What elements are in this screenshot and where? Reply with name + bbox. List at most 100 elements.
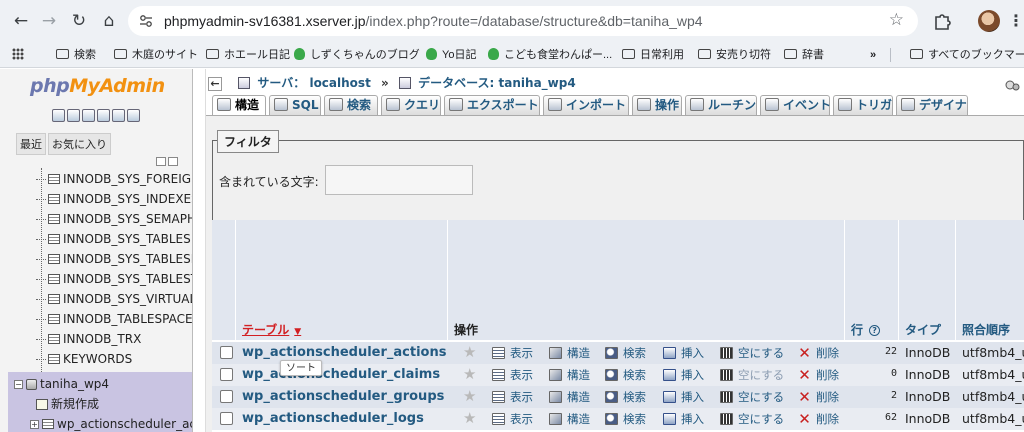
favorite-star-icon[interactable]: ★ [463,366,476,382]
favorites-tab[interactable]: お気に入り [48,133,111,155]
help-icon[interactable]: ? [869,325,881,336]
bookmark-star-icon[interactable]: ☆ [889,10,904,30]
breadcrumb-server[interactable]: サーバ： localhost [257,76,370,90]
address-bar[interactable]: phpmyadmin-sv16381.xserver.jp/index.php?… [128,6,918,36]
favorite-star-icon[interactable]: ★ [463,388,476,404]
bookmark-folder[interactable]: ホエール日記 [206,46,290,64]
url-text[interactable]: phpmyadmin-sv16381.xserver.jp/index.php?… [164,13,703,29]
empty-action[interactable]: 空にする [720,411,784,427]
row-checkbox[interactable] [220,390,233,403]
tab-export[interactable]: エクスポート [444,95,540,115]
new-table-item[interactable]: 新規作成 [36,394,192,414]
apps-grid-icon[interactable] [12,46,29,64]
bookmark-folder[interactable]: 辞書 [784,46,824,64]
tab-search[interactable]: 検索 [324,95,378,115]
forward-arrow-icon[interactable]: → [38,10,60,32]
bookmark-link[interactable]: しずくちゃんのブログ [294,46,420,64]
logout-icon[interactable] [67,109,80,122]
home-icon[interactable]: ⌂ [98,10,120,32]
bookmark-link[interactable]: Yo日記 [426,46,476,64]
back-arrow-icon[interactable]: ← [10,10,32,32]
phpmyadmin-logo[interactable]: phpMyAdmin [30,75,165,97]
link-icon[interactable] [168,157,178,166]
tab-designer[interactable]: デザイナ [896,95,968,115]
tree-table-item[interactable]: INNODB_SYS_SEMAPH [36,209,192,229]
tree-table-item[interactable]: INNODB_SYS_VIRTUAL [36,289,192,309]
expand-icon[interactable]: + [30,420,39,429]
structure-action[interactable]: 構造 [549,345,590,361]
collation-header[interactable]: 照合順序 [962,322,1010,338]
tree-table-item[interactable]: INNODB_SYS_TABLEST [36,269,192,289]
drop-action[interactable]: ✕ 削除 [798,345,839,361]
site-settings-icon[interactable] [138,13,154,29]
favorite-star-icon[interactable]: ★ [463,344,476,360]
favorite-star-icon[interactable]: ★ [463,410,476,426]
docs-icon[interactable] [97,109,110,122]
insert-action[interactable]: 挿入 [663,345,704,361]
empty-action[interactable]: 空にする [720,345,784,361]
browse-action[interactable]: 表示 [492,367,533,383]
all-bookmarks-folder[interactable]: すべてのブックマーク [910,46,1024,64]
tab-operations[interactable]: 操作 [632,95,682,115]
collapse-panel-icon[interactable]: ← [208,76,222,91]
sql-query-icon[interactable] [82,109,95,122]
row-checkbox[interactable] [220,368,233,381]
search-action[interactable]: 検索 [605,345,646,361]
database-item[interactable]: − taniha_wp4 [14,374,192,394]
drop-action[interactable]: ✕ 削除 [798,389,839,405]
tree-table-item[interactable]: KEYWORDS [36,349,192,369]
sort-by-table-header[interactable]: テーブル ▼ [242,322,301,340]
tab-events[interactable]: イベント [760,95,831,115]
structure-action[interactable]: 構造 [549,411,590,427]
tab-triggers[interactable]: トリガ [833,95,893,115]
rows-header[interactable]: 行? [851,322,881,338]
drop-action[interactable]: ✕ 削除 [798,411,839,427]
empty-action[interactable]: 空にする [720,389,784,405]
tab-structure[interactable]: 構造 [212,95,266,115]
bookmark-folder[interactable]: 日常利用 [622,46,684,64]
collapse-icon[interactable]: − [14,380,23,389]
tab-sql[interactable]: SQL [269,95,321,115]
browser-menu-icon[interactable]: ⋮ [1008,10,1024,32]
breadcrumb-database[interactable]: データベース: taniha_wp4 [418,76,576,90]
tree-table-item[interactable]: INNODB_TRX [36,329,192,349]
settings-gear-icon[interactable] [1004,78,1020,92]
insert-action[interactable]: 挿入 [663,367,704,383]
reload-icon[interactable] [127,109,140,122]
tree-table-item[interactable]: + wp_actionscheduler_ac [30,414,192,432]
row-checkbox[interactable] [220,346,233,359]
bookmark-folder[interactable]: 安売り切符 [698,46,771,64]
browse-action[interactable]: 表示 [492,345,533,361]
table-name-link[interactable]: wp_actionscheduler_groups [242,389,444,404]
browse-action[interactable]: 表示 [492,389,533,405]
tree-table-item[interactable]: INNODB_SYS_TABLES [36,229,192,249]
insert-action[interactable]: 挿入 [663,411,704,427]
reload-icon[interactable]: ↻ [68,10,90,32]
recent-tab[interactable]: 最近 [16,133,46,155]
drop-action[interactable]: ✕ 削除 [798,367,839,383]
settings-icon[interactable] [112,109,125,122]
bookmark-link[interactable]: こども食堂わんぱー... [488,46,612,64]
bookmark-folder[interactable]: 木庭のサイト [114,46,198,64]
tab-import[interactable]: インポート [543,95,629,115]
extensions-puzzle-icon[interactable] [932,11,952,31]
table-name-link[interactable]: wp_actionscheduler_claims [242,367,440,382]
search-action[interactable]: 検索 [605,411,646,427]
insert-action[interactable]: 挿入 [663,389,704,405]
bookmark-folder[interactable]: 検索 [56,46,96,64]
panel-resizer[interactable] [194,69,206,432]
empty-action[interactable]: 空にする [720,367,784,383]
profile-avatar[interactable] [978,10,1000,32]
browse-action[interactable]: 表示 [492,411,533,427]
tree-table-item[interactable]: INNODB_TABLESPACE [36,309,192,329]
tab-routines[interactable]: ルーチン [685,95,757,115]
tree-table-item[interactable]: INNODB_SYS_FOREIGN [36,169,192,189]
tree-table-item[interactable]: INNODB_SYS_INDEXES [36,189,192,209]
structure-action[interactable]: 構造 [549,367,590,383]
table-name-link[interactable]: wp_actionscheduler_logs [242,411,424,426]
collapse-all-icon[interactable] [156,157,166,166]
structure-action[interactable]: 構造 [549,389,590,405]
search-action[interactable]: 検索 [605,389,646,405]
bookmarks-overflow[interactable]: » [870,46,876,64]
type-header[interactable]: タイプ [905,322,941,338]
